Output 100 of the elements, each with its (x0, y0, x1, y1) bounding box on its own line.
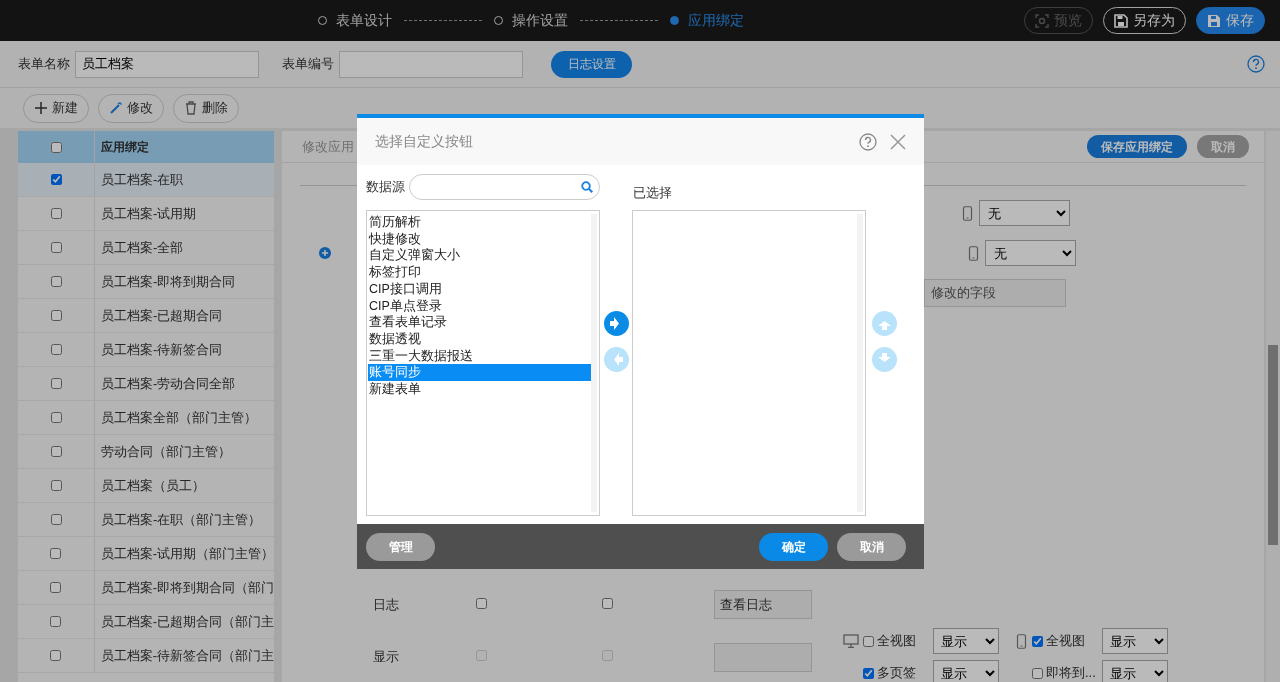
row-label: 员工档案-即将到期合同（部门 (99, 578, 274, 597)
text-field[interactable]: 查看日志 (714, 590, 812, 619)
toolbar-button[interactable]: 删除 (173, 93, 239, 123)
save-icon (1207, 13, 1221, 28)
row-checkbox[interactable] (50, 412, 62, 423)
wand-icon (109, 101, 123, 115)
dropdown[interactable]: 无 (979, 200, 1070, 226)
list-item[interactable]: 快捷修改 (368, 230, 591, 248)
toolbar-button[interactable]: 修改 (98, 93, 164, 123)
dropdown[interactable]: 显示 (1102, 628, 1168, 654)
checkbox[interactable] (1032, 667, 1043, 679)
table-row[interactable]: 员工档案全部（部门主管） (18, 401, 274, 435)
help-icon[interactable] (1247, 55, 1265, 73)
row-label: 劳动合同（部门主管） (100, 442, 231, 461)
list-item[interactable]: 三重一大数据报送 (368, 347, 591, 365)
table-row[interactable]: 员工档案-试用期 (18, 197, 274, 231)
trash-icon (184, 101, 198, 115)
phone-icon (968, 245, 979, 261)
table-row[interactable]: 员工档案-即将到期合同 (18, 265, 274, 299)
row-checkbox[interactable] (50, 446, 62, 457)
list-item[interactable]: CIP单点登录 (368, 297, 591, 315)
table-row[interactable]: 员工档案-待新签合同 (18, 333, 274, 367)
scrollbar-thumb[interactable] (1268, 345, 1278, 545)
table-row[interactable]: 员工档案-即将到期合同（部门 (18, 571, 274, 605)
table-row[interactable]: 员工档案-在职 (18, 163, 274, 197)
table-row[interactable]: 员工档案-全部 (18, 231, 274, 265)
row-checkbox[interactable] (50, 344, 62, 355)
row-checkbox[interactable] (50, 208, 62, 219)
checkbox[interactable] (863, 635, 874, 647)
table-row[interactable]: 员工档案-劳动合同全部 (18, 367, 274, 401)
row-label: 员工档案-即将到期合同 (100, 272, 236, 291)
row-checkbox[interactable] (50, 174, 62, 185)
row-label: 员工档案-在职 (100, 170, 184, 189)
table-row[interactable]: 员工档案-在职（部门主管） (18, 503, 274, 537)
list-item[interactable]: CIP接口调用 (368, 280, 591, 298)
list-item[interactable]: 新建表单 (368, 381, 591, 398)
row-checkbox[interactable] (50, 582, 62, 593)
row-checkbox[interactable] (50, 514, 62, 525)
step-tab[interactable]: 表单设计 (318, 10, 392, 31)
select-all-checkbox[interactable] (50, 141, 62, 153)
row-checkbox[interactable] (50, 650, 62, 661)
table-row[interactable]: 员工档案-已超期合同 (18, 299, 274, 333)
field-label: 表单名称 (18, 55, 70, 74)
search-icon (581, 181, 593, 193)
scrollbar[interactable] (1266, 131, 1280, 682)
list-item[interactable]: 简历解析 (368, 214, 591, 231)
row-label: 显示 (373, 648, 400, 667)
option-label: 多页签 (877, 664, 916, 682)
row-label: 员工档案-已超期合同 (100, 306, 223, 325)
list-item[interactable]: 标签打印 (368, 264, 591, 281)
checkbox[interactable] (476, 597, 487, 609)
checkbox[interactable] (863, 667, 874, 679)
table-row[interactable]: 员工档案-试用期（部门主管） (18, 537, 274, 571)
row-label: 员工档案-全部 (100, 238, 184, 257)
table-row[interactable]: 劳动合同（部门主管） (18, 435, 274, 469)
table-row[interactable]: 员工档案-待新签合同（部门主 (18, 639, 274, 673)
dropdown[interactable]: 显示 (933, 628, 999, 654)
help-icon[interactable] (858, 131, 878, 152)
text-field[interactable]: 员工档案 (75, 50, 259, 78)
row-label: 员工档案（员工） (100, 476, 205, 495)
row-checkbox[interactable] (50, 242, 62, 253)
plus-icon (34, 101, 48, 115)
checkbox[interactable] (602, 597, 613, 609)
list-item[interactable]: 自定义弹窗大小 (368, 247, 591, 265)
row-label: 员工档案-待新签合同（部门主 (99, 646, 274, 665)
confirm-button[interactable]: 确定 (759, 532, 828, 561)
row-label: 日志 (373, 595, 400, 614)
list-item[interactable]: 查看表单记录 (368, 314, 591, 331)
row-checkbox[interactable] (50, 276, 62, 287)
row-label: 员工档案-已超期合同（部门主 (99, 612, 274, 631)
plus-circle-icon[interactable] (319, 247, 331, 259)
table-row[interactable]: 员工档案（员工） (18, 469, 274, 503)
close-icon[interactable] (890, 133, 906, 150)
panel-title: 修改应用 (302, 137, 354, 156)
row-label: 员工档案全部（部门主管） (100, 408, 257, 427)
row-checkbox[interactable] (50, 378, 62, 389)
save-binding-button[interactable]: 保存应用绑定 (1087, 135, 1187, 158)
toolbar-button[interactable]: 新建 (23, 93, 89, 123)
checkbox[interactable] (1032, 635, 1043, 647)
dialog-title: 选择自定义按钮 (375, 132, 473, 151)
row-checkbox[interactable] (50, 616, 62, 627)
text-field[interactable]: 修改的字段 (924, 279, 1066, 307)
row-label: 员工档案-试用期（部门主管） (99, 544, 274, 563)
text-field[interactable] (339, 50, 523, 78)
dropdown[interactable]: 无 (985, 240, 1076, 266)
text-field[interactable] (714, 642, 812, 672)
move-right-icon[interactable] (603, 311, 629, 336)
option-label: 全视图 (1046, 632, 1085, 651)
field-label: 表单编号 (282, 55, 334, 74)
row-checkbox[interactable] (50, 310, 62, 321)
save-icon (1114, 13, 1128, 28)
field-label: 已选择 (633, 184, 672, 203)
list-item[interactable]: 数据透视 (368, 330, 591, 348)
row-checkbox[interactable] (50, 548, 62, 559)
row-checkbox[interactable] (50, 480, 62, 491)
dropdown[interactable]: 显示 (1102, 660, 1168, 682)
dropdown[interactable]: 显示 (933, 660, 999, 682)
table-row[interactable]: 员工档案-已超期合同（部门主 (18, 605, 274, 639)
step-tab[interactable]: 操作设置 (494, 10, 568, 31)
column-header: 应用绑定 (100, 139, 149, 156)
